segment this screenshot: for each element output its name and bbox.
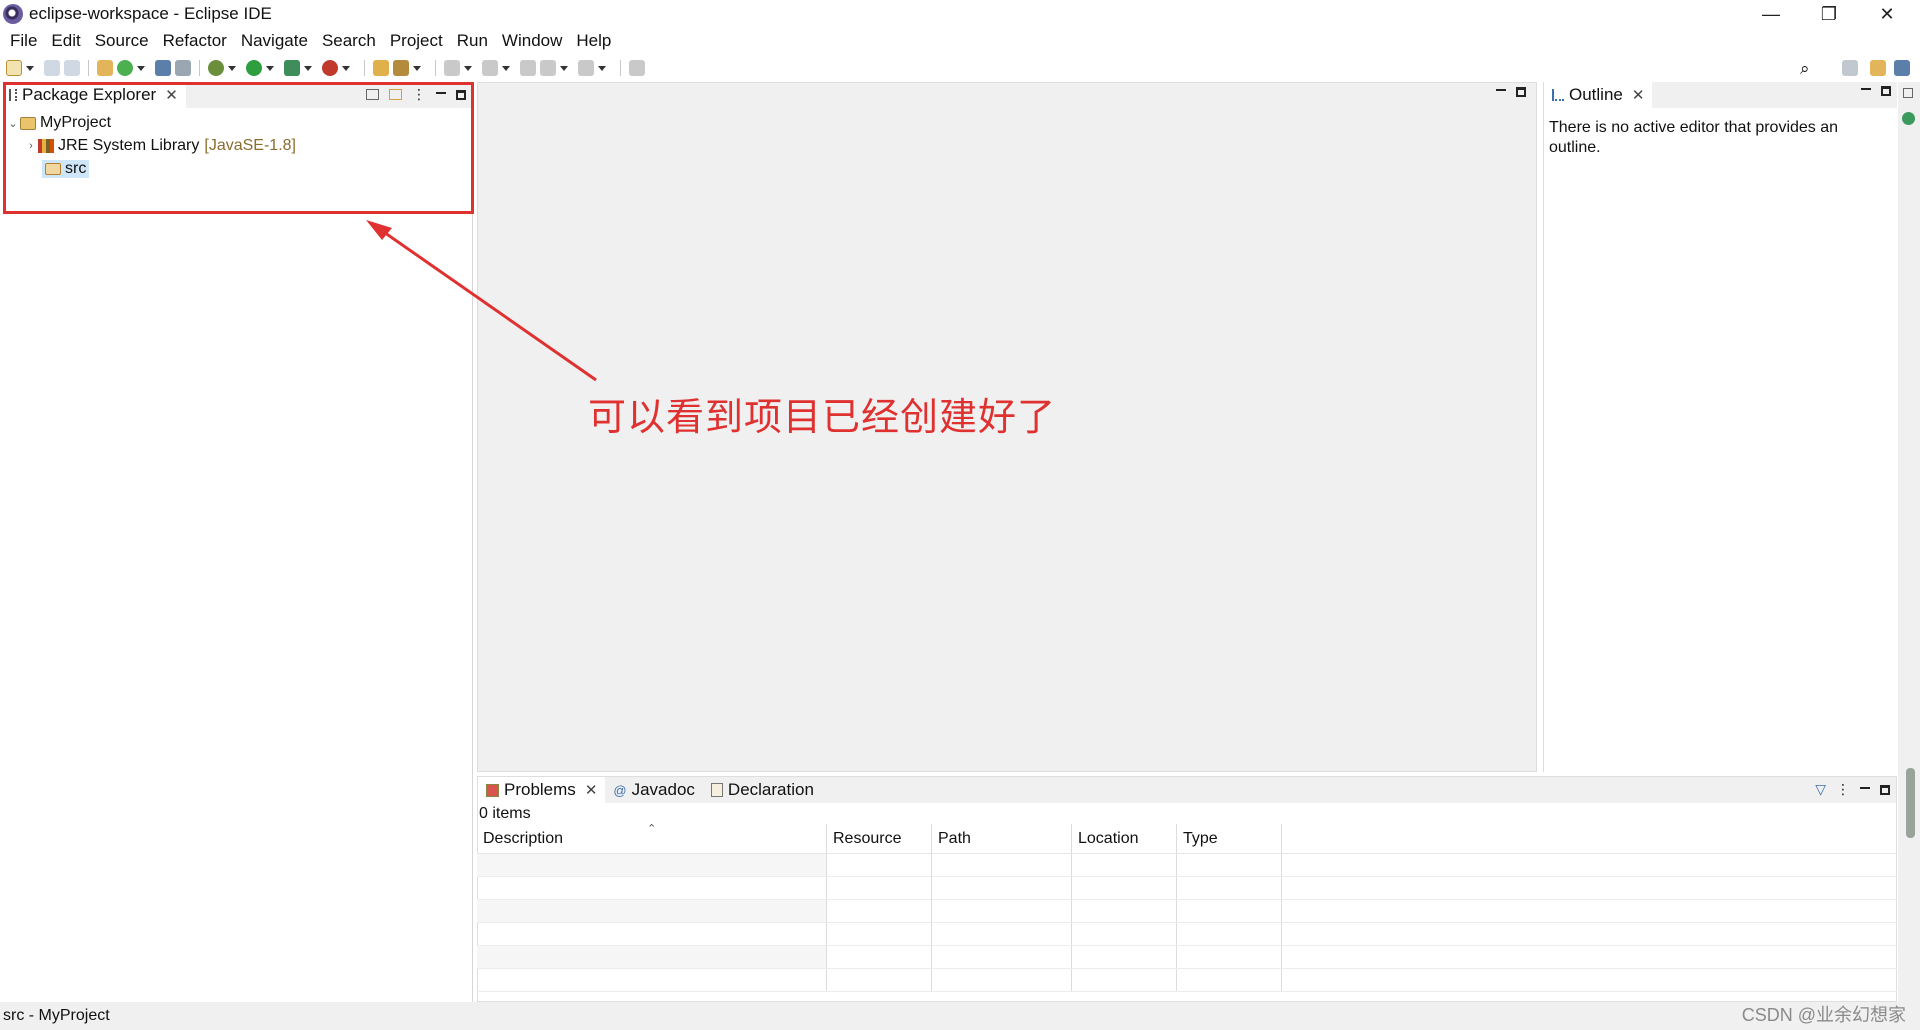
csdn-watermark: CSDN @业余幻想家 xyxy=(1741,1005,1906,1025)
maximize-view-icon[interactable] xyxy=(1881,86,1891,96)
outline-panel: Outline ✕ There is no active editor that… xyxy=(1543,82,1897,772)
annotation-text: 可以看到项目已经创建好了 xyxy=(588,395,1057,439)
view-menu-icon[interactable]: ⋮ xyxy=(1836,781,1850,798)
close-icon[interactable]: ✕ xyxy=(1632,86,1645,104)
javadoc-tab-label: Javadoc xyxy=(631,780,695,799)
problems-count: 0 items xyxy=(479,805,531,822)
restore-icon[interactable] xyxy=(1903,88,1913,98)
status-bar: src - MyProject xyxy=(0,1002,1920,1030)
table-row xyxy=(477,923,1897,946)
column-description[interactable]: Description ⌃ xyxy=(477,823,827,853)
problems-icon xyxy=(486,783,499,797)
javadoc-icon: @ xyxy=(613,782,627,798)
outline-view-controls xyxy=(1861,86,1891,96)
column-filler xyxy=(1282,824,1897,853)
minimize-view-icon[interactable] xyxy=(1861,88,1871,90)
table-header: Description ⌃ Resource Path Location Typ… xyxy=(477,823,1897,854)
table-row xyxy=(477,877,1897,900)
tab-problems[interactable]: Problems ✕ xyxy=(478,777,606,803)
column-description-label: Description xyxy=(483,830,564,847)
outline-tab-label: Outline xyxy=(1569,85,1623,104)
arrow-line xyxy=(377,226,597,382)
status-text: src - MyProject xyxy=(3,1007,110,1024)
outline-icon xyxy=(1552,89,1564,101)
filter-icon[interactable]: ▽ xyxy=(1815,781,1826,798)
table-row xyxy=(477,900,1897,923)
minimize-view-icon[interactable] xyxy=(1860,786,1870,789)
column-location[interactable]: Location xyxy=(1072,824,1177,853)
outline-tabstrip: Outline ✕ xyxy=(1544,82,1897,108)
column-path[interactable]: Path xyxy=(932,824,1072,853)
tab-outline[interactable]: Outline ✕ xyxy=(1544,82,1653,108)
problems-tab-label: Problems xyxy=(504,780,576,799)
tab-javadoc[interactable]: @ Javadoc xyxy=(605,777,703,803)
declaration-icon xyxy=(710,783,723,797)
column-type[interactable]: Type xyxy=(1177,824,1282,853)
maximize-view-icon[interactable] xyxy=(1880,784,1890,795)
arrow-head xyxy=(366,220,392,240)
problems-view-controls: ▽ ⋮ xyxy=(1815,781,1890,798)
bottom-tabstrip: Problems ✕ @ Javadoc Declaration ▽ ⋮ xyxy=(478,777,1896,803)
table-row xyxy=(477,946,1897,969)
column-resource[interactable]: Resource xyxy=(827,824,932,853)
trim-scroll-icon[interactable] xyxy=(1906,768,1915,838)
right-trim-stack xyxy=(1898,82,1920,1002)
close-icon[interactable]: ✕ xyxy=(585,781,598,799)
outline-trim-icon[interactable] xyxy=(1902,112,1915,125)
tab-declaration[interactable]: Declaration xyxy=(703,777,822,803)
declaration-tab-label: Declaration xyxy=(727,780,814,799)
sort-ascending-icon: ⌃ xyxy=(647,823,657,835)
problems-table: Description ⌃ Resource Path Location Typ… xyxy=(477,823,1897,992)
outline-message: There is no active editor that provides … xyxy=(1549,119,1839,156)
table-row xyxy=(477,969,1897,992)
table-row xyxy=(477,854,1897,877)
